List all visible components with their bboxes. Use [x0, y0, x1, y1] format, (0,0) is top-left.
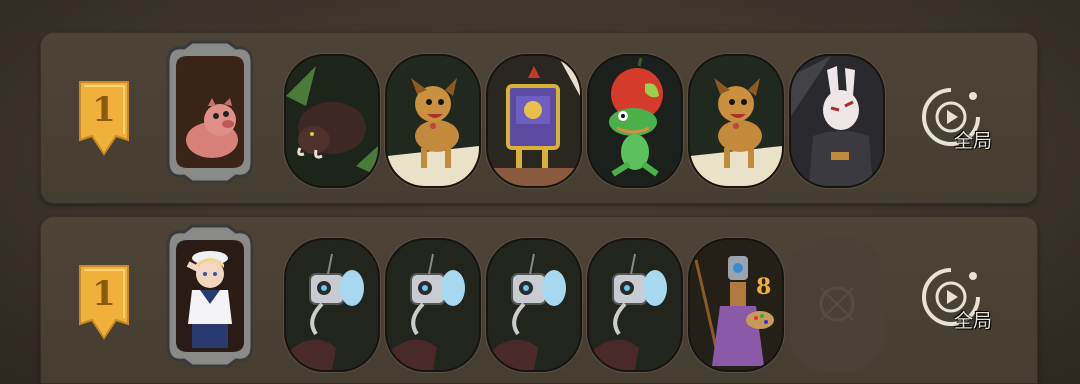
hero-portrait-pig[interactable] [154, 40, 266, 184]
lineup-row-1: 1 全局 [40, 32, 1038, 204]
card-yellow-dog[interactable] [385, 54, 481, 188]
lineup-row-2: 1 8 全局 [40, 216, 1038, 384]
rank-number: 1 [92, 274, 116, 314]
rank-badge: 1 [76, 78, 132, 158]
replay-full-button[interactable]: 全局 [918, 84, 1008, 156]
card-camera-robot[interactable] [486, 238, 582, 372]
rank-badge: 1 [76, 262, 132, 342]
empty-card-slot [789, 238, 885, 372]
replay-label: 全局 [954, 130, 993, 152]
card-painter-robot[interactable]: 8 [688, 238, 784, 372]
replay-label: 全局 [954, 310, 993, 332]
card-camera-robot[interactable] [284, 238, 380, 372]
card-masked-rabbit-assassin[interactable] [789, 54, 885, 188]
card-yellow-dog[interactable] [688, 54, 784, 188]
card-frog-with-apple-helmet[interactable] [587, 54, 683, 188]
replay-full-button[interactable]: 全局 [918, 264, 1008, 336]
card-camera-robot[interactable] [385, 238, 481, 372]
rank-number: 1 [92, 90, 116, 130]
card-camera-robot[interactable] [587, 238, 683, 372]
hero-portrait-sailor-girl[interactable] [154, 224, 266, 368]
card-wild-boar[interactable] [284, 54, 380, 188]
card-golden-treasure-chest[interactable] [486, 54, 582, 188]
svg-text:8: 8 [756, 274, 771, 300]
